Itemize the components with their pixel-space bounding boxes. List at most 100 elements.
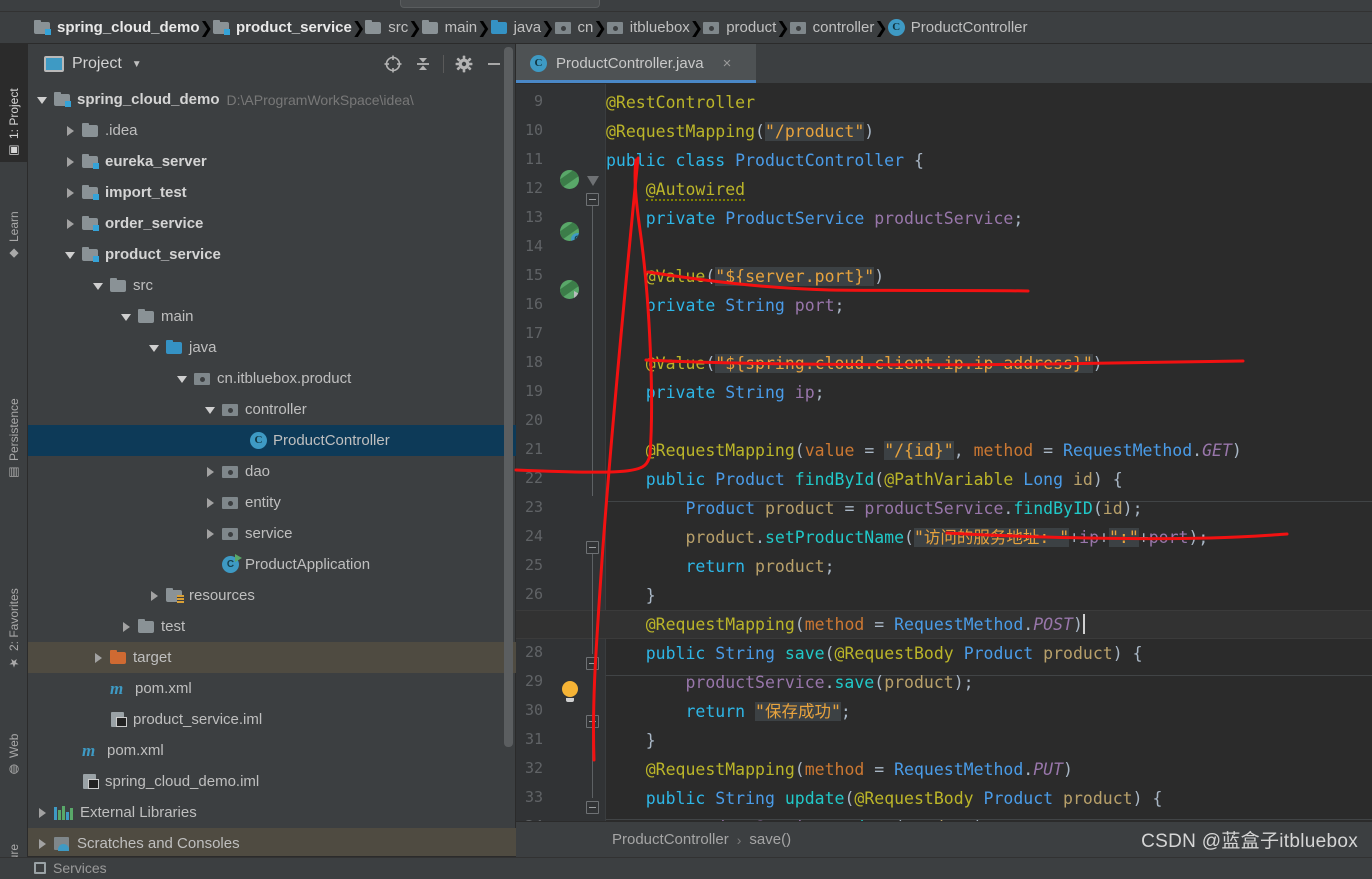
code-line-31[interactable]: }: [606, 726, 656, 755]
tree-row-resources[interactable]: resources: [28, 580, 516, 611]
code-line-26[interactable]: }: [606, 581, 656, 610]
tree-right-arrow-icon[interactable]: [92, 651, 106, 665]
tree-row-src[interactable]: src: [28, 270, 516, 301]
code-line-15[interactable]: @Value("${server.port}"): [606, 262, 884, 291]
tree-down-arrow-icon[interactable]: [176, 372, 190, 386]
tree-down-arrow-icon[interactable]: [148, 341, 162, 355]
tree-right-arrow-icon[interactable]: [36, 837, 50, 851]
code-text[interactable]: @RestController @RequestMapping("/product…: [606, 84, 1372, 839]
tree-row-product-service[interactable]: product_service: [28, 239, 516, 270]
tool-window-button-persistence[interactable]: ▥ Persistence: [0, 349, 28, 484]
breadcrumb-item-cn[interactable]: cn: [554, 12, 593, 44]
tree-right-arrow-icon[interactable]: [148, 589, 162, 603]
code-line-18[interactable]: @Value("${spring.cloud.client.ip.ip-addr…: [606, 349, 1103, 378]
status-crumb-productcontroller[interactable]: ProductController: [612, 831, 729, 848]
tree-down-arrow-icon[interactable]: [92, 279, 106, 293]
tree-right-arrow-icon[interactable]: [36, 806, 50, 820]
code-line-28[interactable]: public String save(@RequestBody Product …: [606, 639, 1143, 668]
autowired-gutter-icon[interactable]: [560, 280, 580, 300]
breadcrumb-item-java[interactable]: java: [490, 12, 541, 44]
code-line-12[interactable]: @Autowired: [606, 175, 746, 204]
tree-row-test[interactable]: test: [28, 611, 516, 642]
tree-right-arrow-icon[interactable]: [64, 124, 78, 138]
tree-row-main[interactable]: main: [28, 301, 516, 332]
code-editor[interactable]: 9101112131415161718192021222324252627282…: [516, 84, 1372, 839]
code-line-19[interactable]: private String ip;: [606, 378, 825, 407]
tree-row-product-service-iml[interactable]: product_service.iml: [28, 704, 516, 735]
code-line-13[interactable]: private ProductService productService;: [606, 204, 1024, 233]
code-line-11[interactable]: public class ProductController {: [606, 146, 924, 175]
tree-right-arrow-icon[interactable]: [120, 620, 134, 634]
breadcrumb[interactable]: spring_cloud_demo ❯ product_service ❯ src ❯ ma…: [0, 12, 1372, 44]
breadcrumb-item-product-service[interactable]: product_service: [212, 12, 352, 44]
fold-marker[interactable]: [587, 176, 600, 189]
chevron-down-icon[interactable]: ▼: [132, 59, 142, 70]
fold-marker[interactable]: [586, 541, 599, 554]
breadcrumb-item-controller[interactable]: controller: [789, 12, 874, 44]
tree-row-order-service[interactable]: order_service: [28, 208, 516, 239]
tree-row-target[interactable]: target: [28, 642, 516, 673]
tree-right-arrow-icon[interactable]: [204, 496, 218, 510]
tree-row-external-libraries[interactable]: External Libraries: [28, 797, 516, 828]
status-crumb-save[interactable]: save(): [749, 831, 791, 848]
tool-window-button-2-favorites[interactable]: ★ 2: Favorites: [0, 539, 28, 674]
code-line-32[interactable]: @RequestMapping(method = RequestMethod.P…: [606, 755, 1073, 784]
intention-bulb-icon[interactable]: [562, 681, 582, 702]
breadcrumb-item-itbluebox[interactable]: itbluebox: [606, 12, 690, 44]
tree-right-arrow-icon[interactable]: [64, 217, 78, 231]
tree-down-arrow-icon[interactable]: [64, 248, 78, 262]
tree-row-pom-xml[interactable]: m pom.xml: [28, 735, 516, 766]
code-line-25[interactable]: return product;: [606, 552, 834, 581]
tree-row-controller[interactable]: controller: [28, 394, 516, 425]
close-icon[interactable]: ×: [723, 55, 732, 72]
tree-row-cn-itbluebox-product[interactable]: cn.itbluebox.product: [28, 363, 516, 394]
select-opened-file-icon[interactable]: [378, 49, 408, 79]
code-line-30[interactable]: return "保存成功";: [606, 697, 851, 726]
fold-marker[interactable]: [586, 801, 599, 814]
code-line-16[interactable]: private String port;: [606, 291, 845, 320]
services-tool-button[interactable]: Services: [34, 857, 107, 879]
fold-marker[interactable]: [586, 715, 599, 728]
tool-window-button-1-project[interactable]: ▣ 1: Project: [0, 44, 28, 162]
fold-marker[interactable]: [586, 193, 599, 206]
tree-row-spring-cloud-demo-iml[interactable]: spring_cloud_demo.iml: [28, 766, 516, 797]
breadcrumb-item-product[interactable]: product: [703, 12, 776, 44]
tool-window-button-web[interactable]: ◍ Web: [0, 699, 28, 781]
tree-down-arrow-icon[interactable]: [204, 403, 218, 417]
code-line-29[interactable]: productService.save(product);: [606, 668, 973, 697]
tree-down-arrow-icon[interactable]: [36, 93, 50, 107]
tree-row-entity[interactable]: entity: [28, 487, 516, 518]
tree-row-dao[interactable]: dao: [28, 456, 516, 487]
code-line-33[interactable]: public String update(@RequestBody Produc…: [606, 784, 1163, 813]
tree-right-arrow-icon[interactable]: [204, 527, 218, 541]
tool-window-button-learn[interactable]: ◆ Learn: [0, 179, 28, 265]
spring-bean-gutter-icon[interactable]: [560, 170, 580, 190]
breadcrumb-item-productcontroller[interactable]: C ProductController: [887, 12, 1027, 44]
code-line-22[interactable]: public Product findById(@PathVariable Lo…: [606, 465, 1123, 494]
code-line-23[interactable]: Product product = productService.findByI…: [606, 494, 1142, 523]
code-line-24[interactable]: product.setProductName("访问的服务地址: "+ip+":…: [606, 523, 1208, 552]
breadcrumb-item-main[interactable]: main: [421, 12, 477, 44]
tree-row-pom-xml[interactable]: m pom.xml: [28, 673, 516, 704]
tree-row-scratches-and-consoles[interactable]: Scratches and Consoles: [28, 828, 516, 857]
breadcrumb-item-src[interactable]: src: [365, 12, 408, 44]
code-line-9[interactable]: @RestController: [606, 88, 755, 117]
fold-marker[interactable]: [586, 657, 599, 670]
tree-row-productcontroller[interactable]: C ProductController: [28, 425, 516, 456]
tree-row-eureka-server[interactable]: eureka_server: [28, 146, 516, 177]
tree-right-arrow-icon[interactable]: [64, 155, 78, 169]
tree-row-java[interactable]: java: [28, 332, 516, 363]
tree-down-arrow-icon[interactable]: [120, 310, 134, 324]
tree-right-arrow-icon[interactable]: [64, 186, 78, 200]
tree-right-arrow-icon[interactable]: [204, 465, 218, 479]
editor-tab-productcontroller[interactable]: C ProductController.java ×: [516, 44, 756, 83]
tree-row--idea[interactable]: .idea: [28, 115, 516, 146]
code-line-27[interactable]: @RequestMapping(method = RequestMethod.P…: [606, 610, 1085, 639]
tree-row-import-test[interactable]: import_test: [28, 177, 516, 208]
tree-row-service[interactable]: service: [28, 518, 516, 549]
collapse-all-icon[interactable]: [408, 49, 438, 79]
gear-icon[interactable]: [449, 49, 479, 79]
tree-row-spring-cloud-demo[interactable]: spring_cloud_demo D:\AProgramWorkSpace\id…: [28, 84, 516, 115]
project-tree[interactable]: spring_cloud_demo D:\AProgramWorkSpace\id…: [28, 84, 516, 857]
project-tree-scrollbar[interactable]: [504, 47, 513, 747]
